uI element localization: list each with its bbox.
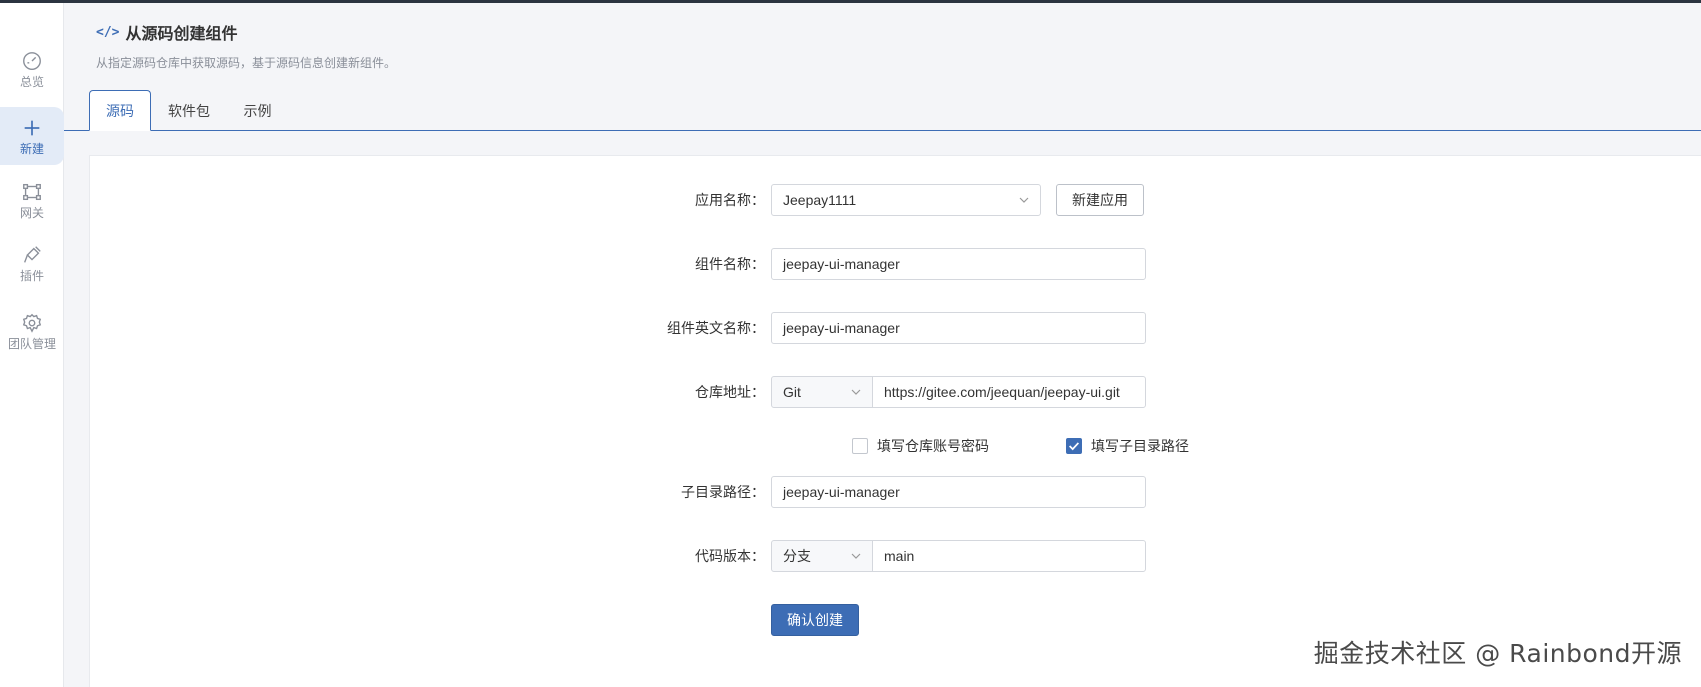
sidebar-item-gateway[interactable]: 网关 xyxy=(0,171,64,229)
chevron-down-icon xyxy=(1019,197,1029,203)
page-title: 从源码创建组件 xyxy=(125,26,238,43)
component-en-name-input[interactable]: jeepay-ui-manager xyxy=(771,312,1146,344)
plugin-icon xyxy=(24,245,41,263)
gear-icon xyxy=(22,313,42,333)
repo-type-value: Git xyxy=(783,384,801,400)
subdir-checkbox[interactable] xyxy=(1066,438,1082,454)
tabs-divider xyxy=(64,130,1701,131)
code-version-label: 代码版本： xyxy=(695,548,765,564)
dashboard-icon xyxy=(23,51,41,70)
tab-example[interactable]: 示例 xyxy=(235,90,280,131)
sidebar-item-label: 网关 xyxy=(19,205,44,220)
subdir-input[interactable]: jeepay-ui-manager xyxy=(771,476,1146,508)
repo-url-input[interactable]: https://gitee.com/jeequan/jeepay-ui.git xyxy=(872,376,1146,408)
component-name-input[interactable]: jeepay-ui-manager xyxy=(771,248,1146,280)
check-icon xyxy=(1069,442,1080,451)
tab-package[interactable]: 软件包 xyxy=(160,90,218,131)
app-name-select[interactable]: Jeepay1111 xyxy=(771,184,1041,216)
app-name-value: Jeepay1111 xyxy=(783,192,857,208)
repo-account-checkbox-label[interactable]: 填写仓库账号密码 xyxy=(877,437,989,455)
version-type-value: 分支 xyxy=(783,548,811,564)
sidebar: 总览 新建 网关 插件 团队管理 xyxy=(0,3,64,687)
sidebar-item-team[interactable]: 团队管理 xyxy=(0,302,64,360)
sidebar-item-label: 团队管理 xyxy=(7,336,56,351)
sidebar-item-new[interactable]: 新建 xyxy=(0,107,64,165)
form-panel xyxy=(89,155,1701,687)
confirm-create-button[interactable]: 确认创建 xyxy=(771,604,859,636)
tab-source[interactable]: 源码 xyxy=(89,90,151,131)
app-name-label: 应用名称： xyxy=(695,192,765,208)
page-header: </> 从源码创建组件 从指定源码仓库中获取源码，基于源码信息创建新组件。 xyxy=(96,20,396,71)
sidebar-item-label: 总览 xyxy=(19,74,44,89)
sidebar-item-overview[interactable]: 总览 xyxy=(0,40,64,98)
sidebar-item-label: 新建 xyxy=(19,141,44,156)
page-subtitle: 从指定源码仓库中获取源码，基于源码信息创建新组件。 xyxy=(96,56,397,70)
subdir-label: 子目录路径： xyxy=(681,484,765,500)
watermark: 掘金技术社区 @ Rainbond开源 xyxy=(1313,639,1682,668)
sidebar-item-plugin[interactable]: 插件 xyxy=(0,234,64,292)
repo-label: 仓库地址： xyxy=(695,384,765,400)
component-name-label: 组件名称： xyxy=(695,256,765,272)
gateway-icon xyxy=(23,183,41,200)
new-app-button[interactable]: 新建应用 xyxy=(1056,184,1144,216)
plus-icon xyxy=(24,120,40,135)
component-en-name-label: 组件英文名称： xyxy=(667,320,765,336)
repo-type-select[interactable]: Git xyxy=(771,376,873,408)
code-icon: </> xyxy=(96,24,120,40)
subdir-checkbox-label[interactable]: 填写子目录路径 xyxy=(1091,437,1189,455)
version-value-input[interactable]: main xyxy=(872,540,1146,572)
version-type-select[interactable]: 分支 xyxy=(771,540,873,572)
chevron-down-icon xyxy=(851,389,861,395)
top-bar xyxy=(0,0,1701,3)
sidebar-item-label: 插件 xyxy=(19,268,44,283)
chevron-down-icon xyxy=(851,553,861,559)
repo-account-checkbox[interactable] xyxy=(852,438,868,454)
